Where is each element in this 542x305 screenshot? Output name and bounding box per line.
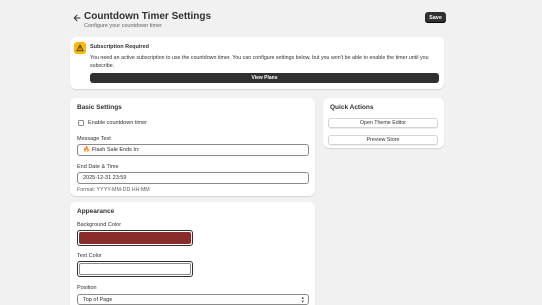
select-chevron-icon: ▴ ▾ [301,295,304,305]
text-color-input[interactable] [77,261,193,277]
message-text-value: Flash Sale Ends In: [91,147,140,153]
end-date-value: 2025-12-31 23:59 [83,175,127,181]
background-color-swatch [79,232,191,244]
quick-actions-card: Quick Actions Open Theme Editor Preview … [323,98,444,148]
page-title: Countdown Timer Settings [84,11,212,22]
position-value: Top of Page [83,296,113,303]
save-button[interactable]: Save [425,12,446,23]
text-color-label: Text Color [77,253,102,259]
view-plans-button[interactable]: View Plans [90,73,439,83]
fire-icon: 🔥 [83,147,90,153]
position-label: Position [77,285,97,291]
appearance-card: Appearance Background Color Text Color P… [70,202,315,305]
banner-text: You need an active subscription to use t… [90,55,429,69]
open-theme-editor-button[interactable]: Open Theme Editor [328,118,438,128]
basic-settings-title: Basic Settings [77,104,122,111]
text-color-swatch [79,263,191,275]
enable-timer-checkbox[interactable] [78,120,84,126]
subscription-banner: Subscription Required You need an active… [70,37,444,89]
alert-triangle-icon [74,42,86,54]
background-color-label: Background Color [77,222,122,228]
page-subtitle: Configure your countdown timer [84,23,162,29]
message-text-input[interactable]: 🔥 Flash Sale Ends In: [77,144,309,156]
background-color-input[interactable] [77,230,193,246]
end-date-input[interactable]: 2025-12-31 23:59 [77,172,309,184]
end-date-label: End Date & Time [77,164,119,170]
quick-actions-title: Quick Actions [330,104,374,111]
banner-title: Subscription Required [90,44,149,50]
position-select[interactable]: Top of Page ▴ ▾ [77,294,309,305]
preview-store-button[interactable]: Preview Store [328,135,438,145]
arrow-left-icon [73,14,81,22]
end-date-help: Format: YYYY-MM-DD HH:MM [77,187,150,193]
enable-timer-label[interactable]: Enable countdown timer [88,120,147,126]
appearance-title: Appearance [77,208,115,215]
message-text-label: Message Text [77,136,111,142]
basic-settings-card: Basic Settings Enable countdown timer Me… [70,98,315,196]
page-header: Countdown Timer Settings Configure your … [70,10,446,32]
back-button[interactable] [71,12,83,24]
